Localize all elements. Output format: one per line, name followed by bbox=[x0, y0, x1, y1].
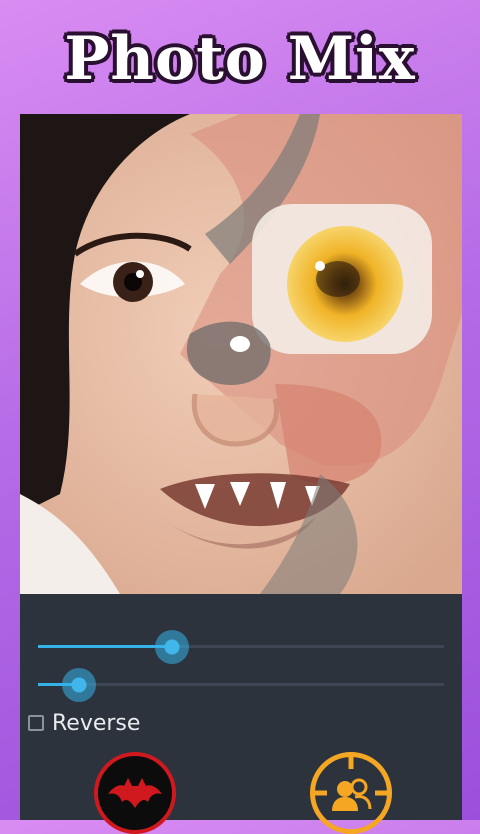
reverse-row[interactable]: Reverse bbox=[28, 710, 140, 736]
photo-preview[interactable] bbox=[20, 114, 462, 594]
bat-icon bbox=[108, 778, 162, 808]
reverse-label: Reverse bbox=[52, 710, 141, 736]
mask-button[interactable] bbox=[94, 752, 176, 834]
users-target-icon bbox=[315, 757, 387, 811]
face-mix-image bbox=[20, 114, 462, 594]
blend-slider[interactable] bbox=[38, 630, 448, 664]
app-title: Photo Mix bbox=[64, 24, 416, 94]
swap-faces-button[interactable] bbox=[310, 752, 392, 834]
control-panel: Reverse bbox=[20, 594, 462, 834]
blend-slider-thumb[interactable] bbox=[155, 630, 189, 664]
size-slider[interactable] bbox=[38, 668, 448, 702]
app-header: Photo Mix bbox=[0, 14, 480, 104]
size-slider-thumb[interactable] bbox=[62, 668, 96, 702]
reverse-checkbox[interactable] bbox=[28, 715, 44, 731]
size-slider-track bbox=[38, 683, 444, 686]
blend-slider-fill bbox=[38, 645, 172, 648]
